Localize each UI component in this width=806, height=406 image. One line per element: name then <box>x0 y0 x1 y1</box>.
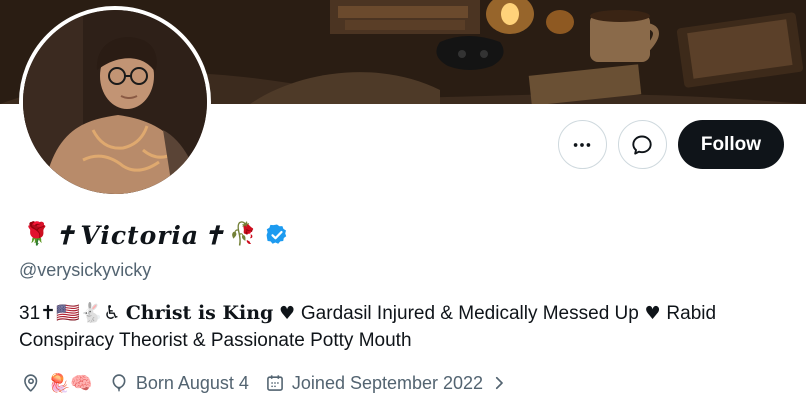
profile-bio: 31✝🇺🇸🐇♿ Christ is King ♥ Gardasil Injure… <box>19 300 779 354</box>
profile-actions: Follow <box>557 120 784 169</box>
location-item: 🪼🧠 <box>21 373 93 394</box>
verified-badge-icon <box>266 224 286 244</box>
joined-item[interactable]: Joined September 2022 <box>265 373 508 394</box>
more-icon <box>574 142 591 147</box>
birthday-item: Born August 4 <box>109 373 249 394</box>
balloon-icon <box>112 374 126 392</box>
bio-part-2: Gardasil Injured & Medically Messed Up <box>300 303 639 324</box>
heart-icon: ♥ <box>273 303 301 324</box>
joined-text: Joined September 2022 <box>291 372 484 393</box>
wilted-flower-emoji: 🥀 <box>229 222 257 247</box>
profile-meta: 🪼🧠 Born August 4 Joined September 2022 <box>21 369 524 397</box>
bio-part-1: 31✝🇺🇸🐇♿ <box>19 303 126 324</box>
location-text: 🪼🧠 <box>48 372 93 394</box>
more-button[interactable] <box>557 120 607 169</box>
username-handle: @verysickyvicky <box>19 260 152 280</box>
calendar-icon <box>267 375 283 391</box>
birthday-text: Born August 4 <box>135 372 249 393</box>
avatar-image <box>23 10 207 194</box>
chevron-right-icon <box>495 376 503 390</box>
location-icon <box>24 374 38 392</box>
message-button[interactable] <box>617 120 667 169</box>
display-name-row: 🌹 ✝ Victoria ✝ 🥀 <box>23 217 289 253</box>
cross-left: ✝ <box>54 220 77 250</box>
bio-gothic-text: Christ is King <box>125 302 274 324</box>
follow-button[interactable]: Follow <box>677 120 784 169</box>
display-name: Victoria <box>80 220 200 250</box>
cross-right: ✝ <box>203 220 226 250</box>
profile-avatar[interactable] <box>19 6 211 198</box>
heart-icon-2: ♥ <box>638 303 667 324</box>
rose-emoji: 🌹 <box>23 222 51 247</box>
verified-badge[interactable] <box>265 223 289 247</box>
message-icon <box>632 135 652 155</box>
